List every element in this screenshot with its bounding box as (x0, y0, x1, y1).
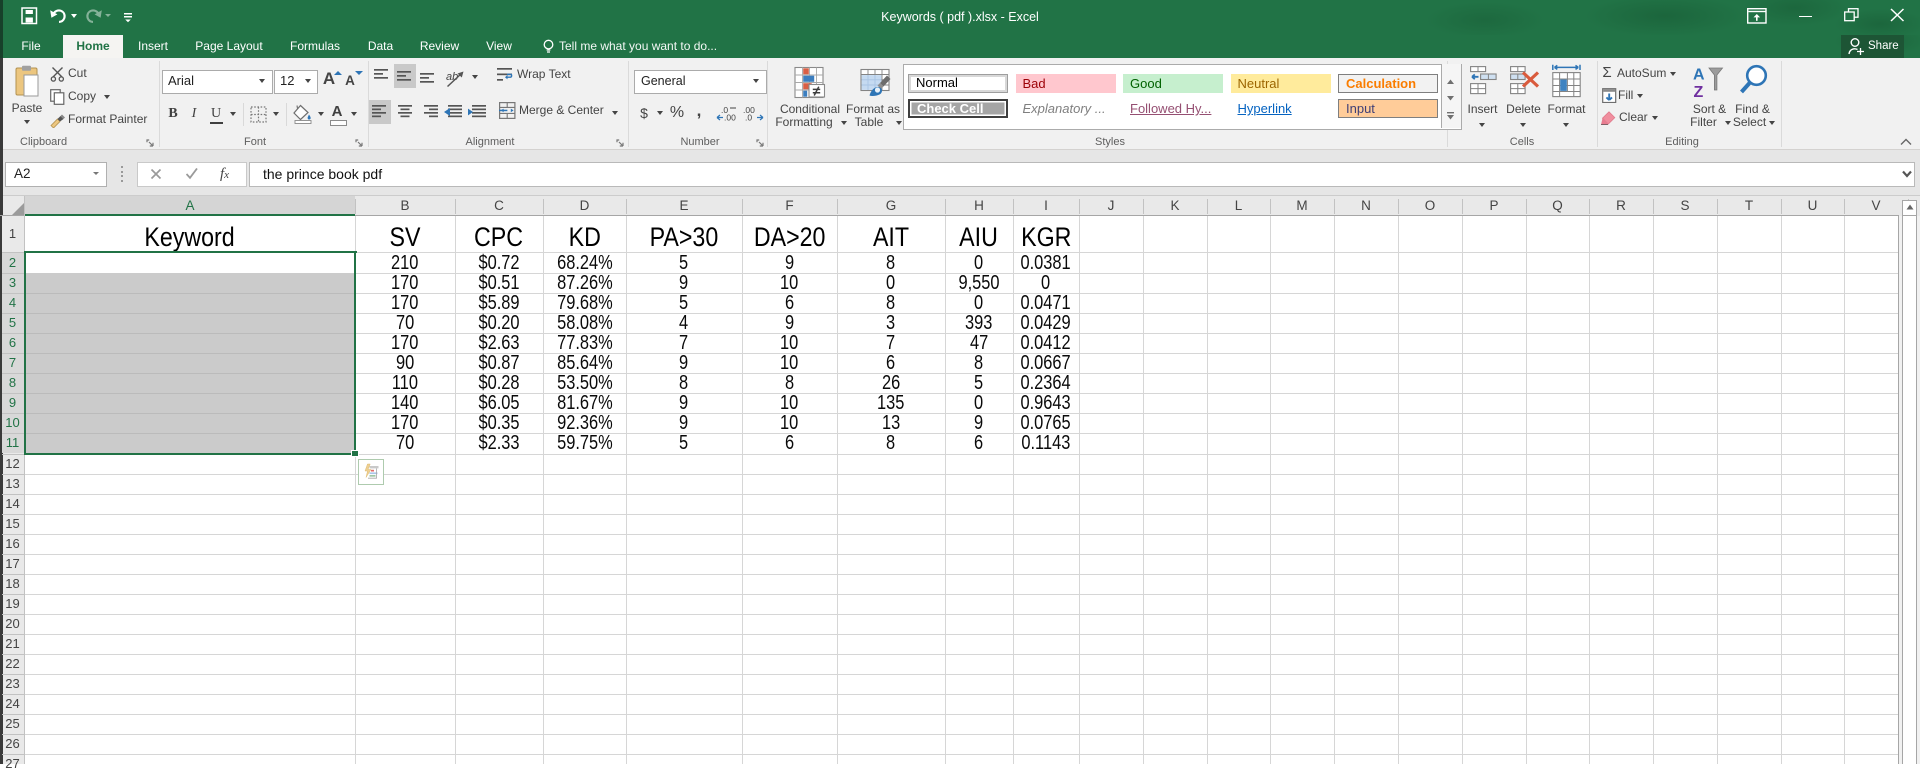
svg-text:.0: .0 (745, 113, 752, 122)
svg-text:Z: Z (1694, 84, 1704, 98)
svg-text:.00: .00 (724, 113, 736, 122)
svg-text:A: A (1693, 67, 1705, 84)
